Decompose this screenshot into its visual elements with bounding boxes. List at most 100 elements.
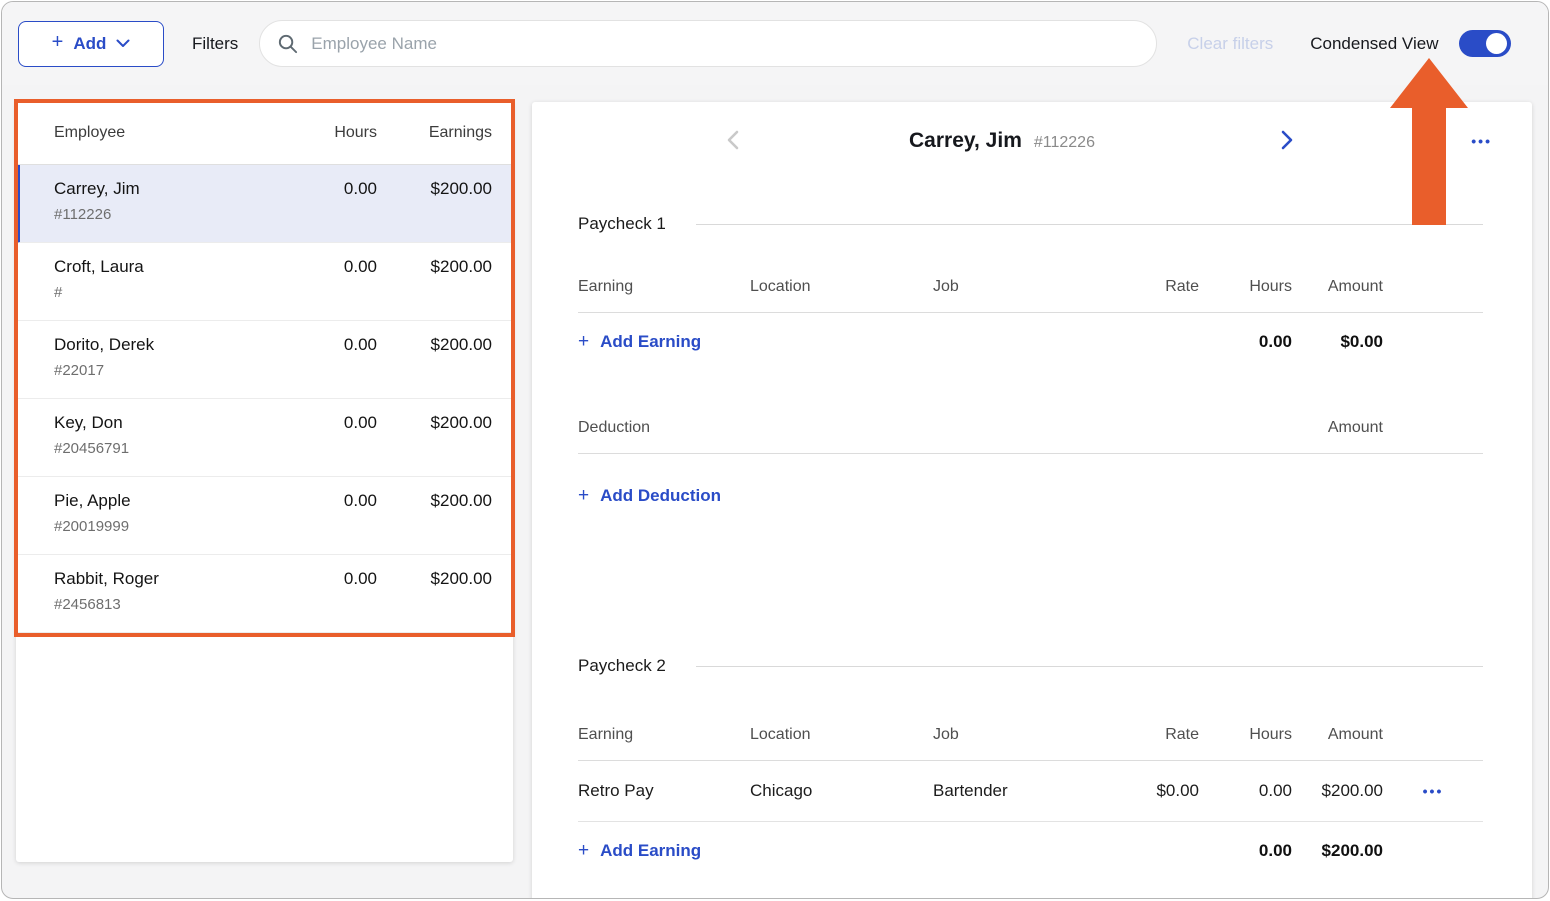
employee-name: Rabbit, Roger: [54, 569, 287, 589]
employee-hours: 0.00: [287, 569, 377, 589]
deductions-table-header: Deduction Amount: [578, 419, 1483, 454]
column-header-employee: Employee: [54, 124, 287, 142]
column-header-earning: Earning: [578, 726, 750, 744]
earning-amount: $200.00: [1292, 781, 1383, 801]
toggle-knob: [1486, 33, 1507, 54]
employee-hours: 0.00: [287, 413, 377, 433]
detail-title: Carrey, Jim #112226: [532, 129, 1472, 153]
column-header-amount: Amount: [1292, 726, 1383, 744]
employee-earnings: $200.00: [377, 413, 492, 433]
earning-row: Retro Pay Chicago Bartender $0.00 0.00 $…: [578, 761, 1483, 822]
paycheck-1-title-row: Paycheck 1: [578, 214, 1483, 234]
clear-filters-button[interactable]: Clear filters: [1187, 34, 1273, 54]
employee-name: Croft, Laura: [54, 257, 287, 277]
earning-hours: 0.00: [1199, 781, 1292, 801]
search-icon: [276, 32, 299, 55]
condensed-view-label: Condensed View: [1310, 34, 1438, 54]
column-header-rate: Rate: [1108, 726, 1199, 744]
earning-name: Retro Pay: [578, 781, 750, 801]
employee-name: Carrey, Jim: [54, 179, 287, 199]
employee-id: #20019999: [54, 518, 287, 535]
employee-row[interactable]: Rabbit, Roger #2456813 0.00 $200.00: [16, 555, 513, 633]
employee-row[interactable]: Carrey, Jim #112226 0.00 $200.00: [16, 165, 513, 243]
employee-row[interactable]: Dorito, Derek #22017 0.00 $200.00: [16, 321, 513, 399]
plus-icon: +: [578, 485, 589, 507]
paycheck-1-section: Paycheck 1 Earning Location Job Rate Hou…: [578, 214, 1483, 538]
employee-cell: Rabbit, Roger #2456813: [54, 569, 287, 613]
paycheck-detail-panel: Carrey, Jim #112226 ••• Paycheck 1 Earnin…: [532, 102, 1532, 899]
employee-id: #22017: [54, 362, 287, 379]
earning-row-ellipsis-menu-button[interactable]: •••: [1383, 782, 1483, 800]
add-earning-label: Add Earning: [600, 332, 701, 352]
employee-earnings: $200.00: [377, 257, 492, 277]
earning-job: Bartender: [933, 781, 1108, 801]
employee-cell: Dorito, Derek #22017: [54, 335, 287, 379]
next-employee-button[interactable]: [1274, 128, 1298, 155]
employee-id: #2456813: [54, 596, 287, 613]
add-earning-button[interactable]: + Add Earning: [578, 840, 701, 862]
employee-row[interactable]: Key, Don #20456791 0.00 $200.00: [16, 399, 513, 477]
topbar: + Add Filters Clear filters Condensed Vi…: [2, 2, 1548, 85]
employee-id: #20456791: [54, 440, 287, 457]
employee-cell: Pie, Apple #20019999: [54, 491, 287, 535]
column-header-hours: Hours: [1199, 278, 1292, 296]
section-divider: [696, 224, 1483, 225]
earning-rate: $0.00: [1108, 781, 1199, 801]
chevron-right-icon: [1274, 128, 1298, 152]
employee-hours: 0.00: [287, 491, 377, 511]
employee-earnings: $200.00: [377, 569, 492, 589]
employee-earnings: $200.00: [377, 179, 492, 199]
plus-icon: +: [578, 840, 589, 862]
paycheck-2-add-earning-row: + Add Earning 0.00 $200.00: [578, 822, 1483, 880]
chevron-down-icon: [116, 39, 130, 48]
column-header-earnings: Earnings: [377, 124, 492, 142]
detail-employee-name: Carrey, Jim: [909, 129, 1022, 152]
column-header-deduction: Deduction: [578, 419, 1108, 437]
employee-name: Pie, Apple: [54, 491, 287, 511]
detail-employee-id: #112226: [1034, 134, 1095, 151]
employee-earnings: $200.00: [377, 335, 492, 355]
employee-id: #112226: [54, 206, 287, 223]
earnings-table-header: Earning Location Job Rate Hours Amount: [578, 726, 1483, 761]
add-earning-button[interactable]: + Add Earning: [578, 331, 701, 353]
add-deduction-button[interactable]: + Add Deduction: [578, 485, 721, 507]
employee-earnings: $200.00: [377, 491, 492, 511]
earnings-table-header: Earning Location Job Rate Hours Amount: [578, 278, 1483, 313]
paycheck-1-title: Paycheck 1: [578, 214, 666, 234]
column-header-earning: Earning: [578, 278, 750, 296]
header-ellipsis-menu-button[interactable]: •••: [1465, 132, 1498, 150]
column-header-hours: Hours: [1199, 726, 1292, 744]
column-header-amount: Amount: [1292, 278, 1383, 296]
column-header-location: Location: [750, 278, 933, 296]
employee-cell: Carrey, Jim #112226: [54, 179, 287, 223]
paycheck-2-total-hours: 0.00: [1199, 841, 1292, 861]
employee-name: Dorito, Derek: [54, 335, 287, 355]
earning-location: Chicago: [750, 781, 933, 801]
paycheck-1-add-deduction-row: + Add Deduction: [578, 454, 1483, 538]
filters-button[interactable]: Filters: [192, 34, 238, 54]
add-deduction-label: Add Deduction: [600, 486, 721, 506]
column-header-deduction-amount: Amount: [1292, 419, 1383, 437]
add-button[interactable]: + Add: [18, 21, 164, 67]
employee-cell: Croft, Laura #: [54, 257, 287, 301]
employee-row[interactable]: Croft, Laura # 0.00 $200.00: [16, 243, 513, 321]
employee-row[interactable]: Pie, Apple #20019999 0.00 $200.00: [16, 477, 513, 555]
paycheck-2-total-amount: $200.00: [1292, 841, 1383, 861]
paycheck-1-total-amount: $0.00: [1292, 332, 1383, 352]
column-header-job: Job: [933, 726, 1108, 744]
condensed-view-toggle[interactable]: [1459, 30, 1511, 57]
search-box[interactable]: [259, 20, 1157, 67]
search-input[interactable]: [309, 33, 1140, 55]
column-header-hours: Hours: [287, 124, 377, 142]
employee-name: Key, Don: [54, 413, 287, 433]
column-header-location: Location: [750, 726, 933, 744]
paycheck-1-add-earning-row: + Add Earning 0.00 $0.00: [578, 313, 1483, 371]
employee-hours: 0.00: [287, 335, 377, 355]
column-header-job: Job: [933, 278, 1108, 296]
employee-hours: 0.00: [287, 257, 377, 277]
employee-list-panel: Employee Hours Earnings Carrey, Jim #112…: [16, 102, 513, 862]
section-divider: [696, 666, 1483, 667]
employee-id: #: [54, 284, 287, 301]
add-earning-label: Add Earning: [600, 841, 701, 861]
column-header-rate: Rate: [1108, 278, 1199, 296]
